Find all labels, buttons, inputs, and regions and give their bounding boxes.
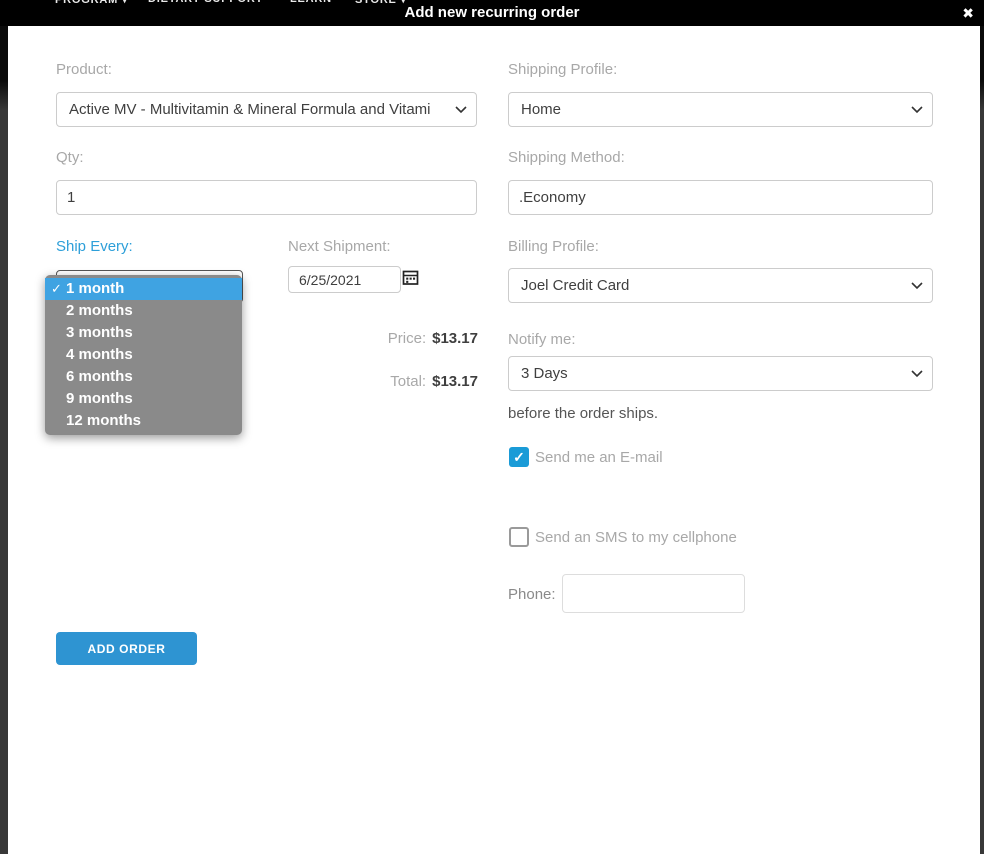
chevron-down-icon	[911, 282, 923, 290]
phone-label: Phone:	[508, 586, 556, 603]
email-checkbox-label: Send me an E-mail	[535, 449, 663, 466]
dropdown-option-6-months[interactable]: 6 months	[45, 366, 242, 388]
shipping-profile-label: Shipping Profile:	[508, 61, 617, 78]
dropdown-option-12-months[interactable]: 12 months	[45, 410, 242, 432]
phone-input[interactable]	[562, 574, 745, 613]
price-label: Price:	[388, 330, 426, 347]
billing-profile-label: Billing Profile:	[508, 238, 599, 255]
calendar-icon[interactable]	[401, 268, 420, 287]
modal-title: Add new recurring order	[0, 0, 984, 25]
checkbox-check-icon: ✓	[513, 449, 525, 466]
product-select[interactable]: Active MV - Multivitamin & Mineral Formu…	[56, 92, 477, 127]
dropdown-option-4-months[interactable]: 4 months	[45, 344, 242, 366]
next-shipment-label: Next Shipment:	[288, 238, 391, 255]
modal-header-bar: PROGRAM ▾ DIETARY SUPPORT LEARN STORE ▾ …	[0, 0, 984, 26]
dropdown-option-1-month[interactable]: ✓ 1 month	[45, 278, 242, 300]
add-recurring-order-modal: Product: Active MV - Multivitamin & Mine…	[8, 26, 980, 854]
ship-every-dropdown-menu: ✓ 1 month 2 months 3 months 4 months 6 m…	[45, 275, 242, 435]
shipping-method-input[interactable]	[508, 180, 933, 215]
notify-note-text: before the order ships.	[508, 405, 658, 422]
total-row: Total: $13.17	[308, 373, 478, 390]
price-row: Price: $13.17	[308, 330, 478, 347]
add-order-button[interactable]: ADD ORDER	[56, 632, 197, 665]
price-value: $13.17	[432, 330, 478, 347]
shipping-method-label: Shipping Method:	[508, 149, 625, 166]
product-label: Product:	[56, 61, 112, 78]
dropdown-option-2-months[interactable]: 2 months	[45, 300, 242, 322]
ship-every-label: Ship Every:	[56, 238, 133, 255]
product-select-value: Active MV - Multivitamin & Mineral Formu…	[69, 101, 431, 118]
close-icon[interactable]: ✖	[962, 1, 974, 25]
next-shipment-input[interactable]	[288, 266, 401, 293]
billing-profile-select-value: Joel Credit Card	[521, 277, 629, 294]
sms-checkbox[interactable]	[509, 527, 529, 547]
qty-input[interactable]	[56, 180, 477, 215]
qty-label: Qty:	[56, 149, 84, 166]
total-value: $13.17	[432, 373, 478, 390]
total-label: Total:	[390, 373, 426, 390]
email-checkbox[interactable]: ✓	[509, 447, 529, 467]
notify-me-select[interactable]: 3 Days	[508, 356, 933, 391]
notify-me-label: Notify me:	[508, 331, 576, 348]
billing-profile-select[interactable]: Joel Credit Card	[508, 268, 933, 303]
dropdown-option-label: 1 month	[66, 280, 124, 297]
chevron-down-icon	[911, 106, 923, 114]
shipping-profile-select-value: Home	[521, 101, 561, 118]
notify-me-select-value: 3 Days	[521, 365, 568, 382]
dropdown-option-3-months[interactable]: 3 months	[45, 322, 242, 344]
chevron-down-icon	[911, 370, 923, 378]
sms-checkbox-label: Send an SMS to my cellphone	[535, 529, 737, 546]
shipping-profile-select[interactable]: Home	[508, 92, 933, 127]
selected-check-icon: ✓	[51, 278, 62, 300]
chevron-down-icon	[455, 106, 467, 114]
dropdown-option-9-months[interactable]: 9 months	[45, 388, 242, 410]
